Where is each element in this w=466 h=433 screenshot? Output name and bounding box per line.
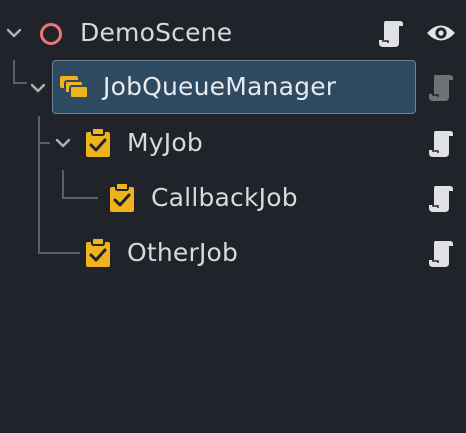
job-clipboard-icon [108,182,136,214]
script-icon[interactable] [426,238,456,268]
collapse-chevron-icon[interactable] [52,132,74,154]
node-label: OtherJob [127,238,239,267]
script-icon[interactable] [426,128,456,158]
job-clipboard-icon [84,237,112,269]
tree-row-myjob[interactable]: MyJob [0,116,466,170]
job-clipboard-icon [84,127,112,159]
node-label: DemoScene [80,18,233,47]
job-queue-manager-icon [58,74,92,100]
tree-row-demoscene[interactable]: DemoScene [0,6,466,60]
script-icon[interactable] [376,18,406,48]
tree-row-otherjob[interactable]: OtherJob [0,226,466,280]
collapse-chevron-icon[interactable] [27,77,49,99]
tree-row-jobqueuemanager[interactable]: JobQueueManager [0,60,466,114]
tree-row-callbackjob[interactable]: CallbackJob [0,171,466,225]
script-icon[interactable] [426,72,456,102]
script-icon[interactable] [426,183,456,213]
node-label: JobQueueManager [103,72,337,101]
node-label: MyJob [127,128,203,157]
visibility-eye-icon[interactable] [425,19,457,47]
collapse-chevron-icon[interactable] [3,22,25,44]
node-circle-icon [38,21,64,47]
scene-tree-panel: DemoScene JobQueueManager MyJob Callback… [0,0,466,433]
node-label: CallbackJob [151,183,298,212]
